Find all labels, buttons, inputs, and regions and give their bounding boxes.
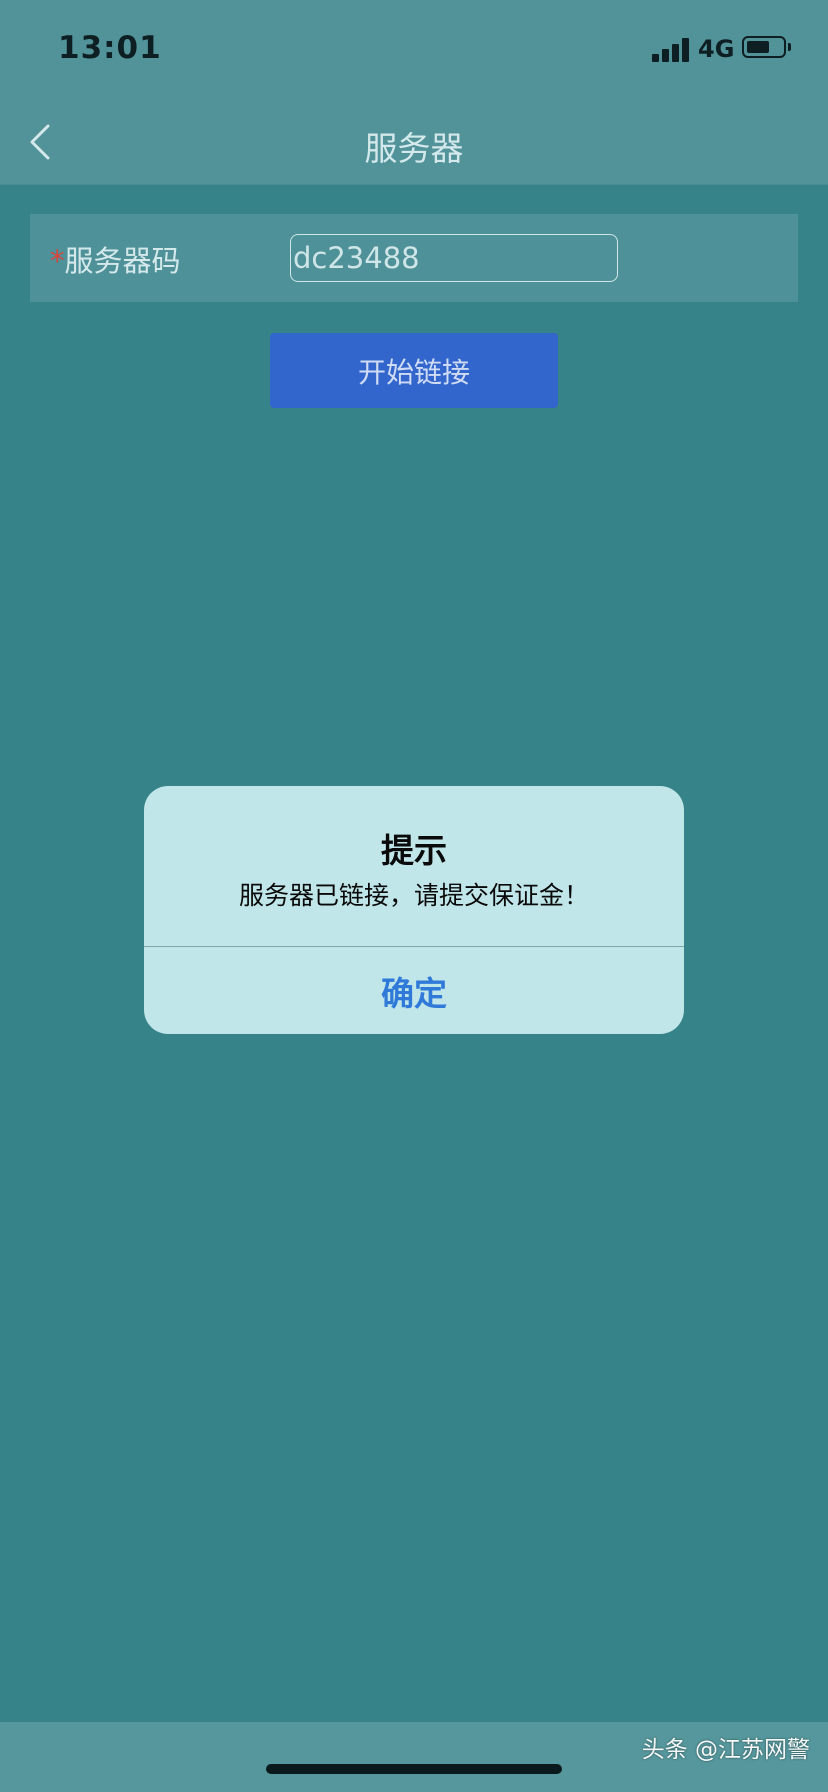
battery-tip [788, 43, 791, 51]
battery-icon [742, 36, 786, 58]
server-code-label-text: 服务器码 [64, 244, 181, 278]
alert-title: 提示 [381, 831, 447, 870]
home-indicator[interactable] [266, 1764, 562, 1774]
required-mark: * [50, 244, 65, 278]
alert-confirm-button[interactable]: 确定 [144, 947, 684, 1034]
nav-bar: 服务器 [0, 100, 828, 185]
network-type: 4G [698, 35, 735, 63]
battery-fill [747, 41, 769, 53]
status-time: 13:01 [58, 30, 162, 66]
server-code-label: *服务器码 [50, 238, 181, 280]
alert-message: 服务器已链接，请提交保证金！ [238, 881, 589, 910]
page-title: 服务器 [364, 129, 464, 168]
alert-dialog: 提示 服务器已链接，请提交保证金！ 确定 [144, 786, 684, 1034]
server-code-input[interactable] [290, 234, 618, 282]
server-code-row: *服务器码 [30, 214, 798, 302]
status-bar: 13:01 4G [0, 0, 828, 100]
watermark: 头条 @江苏网警 [641, 1737, 810, 1763]
signal-strength-icon [652, 38, 690, 62]
start-connect-button[interactable]: 开始链接 [270, 333, 558, 408]
